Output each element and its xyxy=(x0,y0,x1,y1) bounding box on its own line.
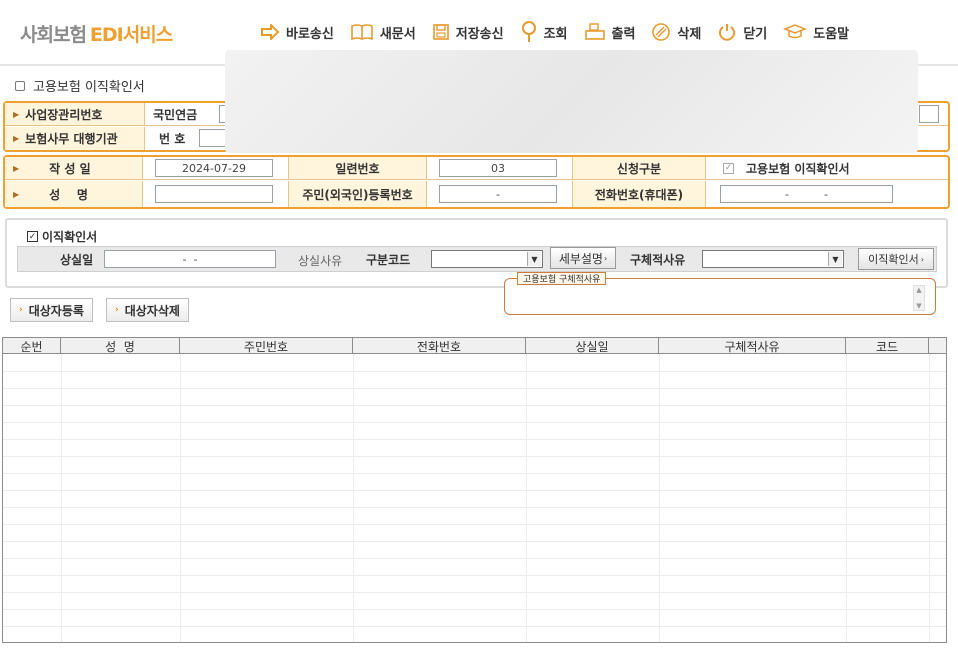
graduation-cap-icon xyxy=(783,24,808,39)
grid-row-line xyxy=(3,575,946,576)
serial-label: 일련번호 xyxy=(288,157,427,179)
phone-input[interactable]: - - xyxy=(720,185,893,203)
arrow-right-icon xyxy=(261,24,280,40)
grid-row-line xyxy=(3,626,946,627)
col-specific-reason[interactable]: 구체적사유 xyxy=(659,338,846,354)
chevron-right-icon: › xyxy=(19,305,23,315)
grid-row-line xyxy=(3,388,946,389)
business-number-label: ▶ 사업장관리번호 xyxy=(5,103,145,125)
resident-number-label: 주민(외국인)등록번호 xyxy=(288,181,427,207)
code-label: 구분코드 xyxy=(366,253,411,267)
send-now-button[interactable]: 바로송신 xyxy=(260,23,334,42)
separation-cert-button[interactable]: 이직확인서 › xyxy=(858,248,934,270)
grid-row-line xyxy=(3,592,946,593)
agency-label: ▶ 보험사무 대행기관 xyxy=(5,127,145,150)
close-button[interactable]: 닫기 xyxy=(717,22,767,42)
printer-icon xyxy=(584,23,605,40)
grid-row-line xyxy=(3,422,946,423)
save-send-button[interactable]: 저장송신 xyxy=(432,23,504,42)
specific-reason-tip-label: 고용보험 구체적사유 xyxy=(517,272,607,285)
col-name[interactable]: 성 명 xyxy=(61,338,180,354)
pension-label: 국민연금 xyxy=(153,107,198,122)
col-code[interactable]: 코드 xyxy=(846,338,929,354)
resident-number-input[interactable]: - xyxy=(439,185,557,203)
col-loss-date[interactable]: 상실일 xyxy=(526,338,659,354)
grid-row-line xyxy=(3,456,946,457)
detail-button[interactable]: 세부설명 › xyxy=(550,247,616,269)
business-number-input-end[interactable] xyxy=(919,105,939,123)
grid-col-line xyxy=(846,354,847,642)
col-phone[interactable]: 전화번호 xyxy=(353,338,526,354)
grid-col-line xyxy=(929,354,930,642)
new-document-button[interactable]: 새문서 xyxy=(350,23,416,42)
toolbar: 바로송신 새문서 저장송신 조회 출력 삭제 닫기 도움말 xyxy=(260,20,865,44)
chevron-down-icon: ▼ xyxy=(828,252,842,266)
phone-label: 전화번호(휴대폰) xyxy=(572,181,706,207)
separation-fields-bar: 상실일 - - 상실사유 구분코드 ▼ 세부설명 › 구체적사유 ▼ 이직확인서 › xyxy=(17,246,937,272)
loss-date-input[interactable]: - - xyxy=(104,250,276,268)
grid-row-line xyxy=(3,609,946,610)
textarea-scrollbar[interactable]: ▲ ▼ xyxy=(913,285,925,311)
write-date-label: ▶ 작 성 일 xyxy=(5,157,143,179)
applicant-row-1: ▶ 작 성 일 2024-07-29 일련번호 03 신청구분 ✓ 고용보험 이직… xyxy=(5,157,948,180)
grid-col-line xyxy=(180,354,181,642)
name-label: ▶ 성 명 xyxy=(5,181,143,207)
grid-row-line xyxy=(3,524,946,525)
grid-col-line xyxy=(61,354,62,642)
col-resident-number[interactable]: 주민번호 xyxy=(180,338,353,354)
search-button[interactable]: 조회 xyxy=(520,20,568,44)
loss-date-label: 상실일 xyxy=(60,253,94,267)
delete-button[interactable]: 삭제 xyxy=(651,22,701,42)
grid-row-line xyxy=(3,473,946,474)
help-button[interactable]: 도움말 xyxy=(783,23,849,42)
grid-row-line xyxy=(3,490,946,491)
specific-reason-select[interactable]: ▼ xyxy=(702,250,844,268)
separation-checkbox[interactable]: ✓ xyxy=(27,231,38,242)
agency-number-label: 번 호 xyxy=(159,132,186,146)
apply-type-label: 신청구분 xyxy=(572,157,706,179)
grid-row-line xyxy=(3,558,946,559)
grid-header: 순번 성 명 주민번호 전화번호 상실일 구체적사유 코드 xyxy=(3,338,946,354)
apply-type-checkbox[interactable]: ✓ xyxy=(723,162,734,174)
print-button[interactable]: 출력 xyxy=(584,23,635,42)
separation-checkbox-row[interactable]: ✓ 이직확인서 xyxy=(27,228,97,245)
page-title: 고용보험 이직확인서 xyxy=(15,76,145,95)
grid-col-line xyxy=(659,354,660,642)
grid-row-line xyxy=(3,439,946,440)
save-icon xyxy=(432,24,449,40)
name-input[interactable] xyxy=(155,185,273,203)
delete-target-button[interactable]: › 대상자삭제 xyxy=(106,298,189,322)
delete-icon xyxy=(652,23,671,41)
grid-col-line xyxy=(353,354,354,642)
book-icon xyxy=(351,24,373,41)
document-icon xyxy=(15,80,25,91)
target-grid[interactable]: 순번 성 명 주민번호 전화번호 상실일 구체적사유 코드 xyxy=(2,337,947,643)
redacted-area xyxy=(225,50,918,153)
pin-icon xyxy=(521,21,536,42)
power-icon xyxy=(719,24,736,41)
col-seq[interactable]: 순번 xyxy=(3,338,61,354)
grid-col-line xyxy=(526,354,527,642)
grid-row-line xyxy=(3,405,946,406)
write-date-input[interactable]: 2024-07-29 xyxy=(155,159,273,177)
register-target-button[interactable]: › 대상자등록 xyxy=(10,298,93,322)
serial-input[interactable]: 03 xyxy=(439,159,557,177)
applicant-form: ▶ 작 성 일 2024-07-29 일련번호 03 신청구분 ✓ 고용보험 이직… xyxy=(3,155,950,209)
specific-reason-label: 구체적사유 xyxy=(630,253,686,267)
chevron-right-icon: › xyxy=(115,305,119,315)
grid-row-line xyxy=(3,541,946,542)
chevron-down-icon: ▼ xyxy=(527,252,541,266)
grid-row-line xyxy=(3,371,946,372)
loss-reason-label: 상실사유 xyxy=(298,254,343,268)
grid-row-line xyxy=(3,507,946,508)
code-select[interactable]: ▼ xyxy=(431,250,543,268)
apply-type-option[interactable]: ✓ 고용보험 이직확인서 xyxy=(723,157,850,179)
app-logo: 사회보험 EDI서비스 xyxy=(20,24,173,46)
applicant-row-2: ▶ 성 명 주민(외국인)등록번호 - 전화번호(휴대폰) - - xyxy=(5,181,948,207)
